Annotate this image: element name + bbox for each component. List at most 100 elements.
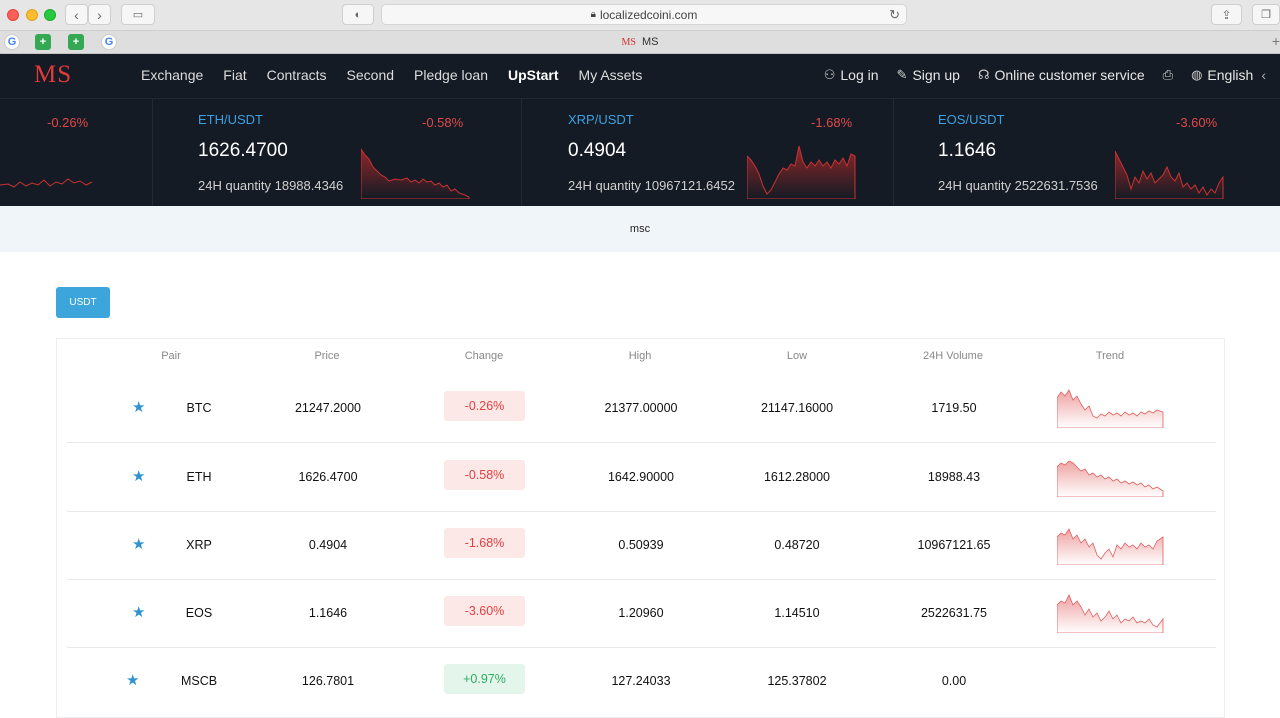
col-header-change: Change [464,350,504,362]
ticker-card[interactable]: ETH/USDT -0.58% 1626.4700 24H quantity 1… [152,99,522,207]
ticker-pair: EOS/USDT [938,112,1005,127]
globe-icon: ◍ [1191,67,1203,82]
volume-cell: 18988.43 [927,470,981,484]
table-row[interactable]: ★ EOS 1.1646 -3.60% 1.20960 1.14510 2522… [67,579,1216,648]
pair-cell: EOS [185,606,213,620]
usdt-market-tab[interactable]: USDT [56,287,110,318]
privacy-report-button[interactable]: ◐ [342,4,374,25]
table-row[interactable]: ★ MSCB 126.7801 +0.97% 127.24033 125.378… [67,647,1216,715]
price-cell: 126.7801 [301,674,355,688]
share-button[interactable]: ⇪ [1211,4,1242,25]
pair-cell: MSCB [180,674,218,688]
browser-titlebar: ‹ › ▭ ◐ 🔒︎ localizedcoini.com ↻ ⇪ ❐ [0,0,1280,30]
close-window-button[interactable] [7,9,19,21]
ticker-sparkline [747,145,856,199]
pair-cell: BTC [186,401,212,415]
pair-cell: ETH [186,470,212,484]
volume-cell: 2522631.75 [920,606,988,620]
share-icon: ⇪ [1221,7,1232,22]
language-label: English [1207,67,1254,83]
support-label: Online customer service [994,67,1145,83]
trend-sparkline [1057,594,1164,633]
ticker-card[interactable]: XRP/USDT -1.68% 0.4904 24H quantity 1096… [521,99,894,207]
high-cell: 127.24033 [611,674,671,688]
tabs-overview-button[interactable]: ❐ [1252,4,1280,25]
sidebar-toggle-button[interactable]: ▭ [121,4,155,25]
ticker-pair: ETH/USDT [198,112,263,127]
table-row[interactable]: ★ ETH 1626.4700 -0.58% 1642.90000 1612.2… [67,443,1216,512]
nav-my-assets[interactable]: My Assets [579,67,643,83]
tab-title: MS [641,36,659,48]
ticker-sparkline [1115,150,1224,199]
change-badge: -3.60% [444,596,525,626]
ticker-change: -0.26% [47,115,89,130]
col-header-pair: Pair [161,350,181,362]
site-logo[interactable]: MS [34,61,72,89]
nav-upstart[interactable]: UpStart [508,67,559,83]
user-icon: ⚇ [823,67,836,82]
chevron-left-icon: ‹ [1261,67,1266,83]
url-text: localizedcoini.com [599,7,698,22]
col-header-low: Low [786,350,808,362]
high-cell: 0.50939 [618,538,664,552]
ticker-card[interactable]: -0.26% [0,99,152,207]
volume-cell: 1719.50 [931,401,977,415]
col-header-trend: Trend [1095,350,1125,362]
ticker-sparkline [0,178,93,188]
login-link[interactable]: ⚇ Log in [824,67,879,83]
nav-exchange[interactable]: Exchange [141,67,203,83]
ticker-change: -1.68% [811,115,853,130]
back-button[interactable]: ‹ [65,4,88,25]
ticker-pair: XRP/USDT [568,112,634,127]
support-link[interactable]: ☊ Online customer service [978,67,1145,83]
change-badge: -0.26% [444,391,525,421]
nav-fiat[interactable]: Fiat [223,67,246,83]
login-label: Log in [840,67,879,83]
volume-cell: 0.00 [941,674,967,688]
nav-second[interactable]: Second [347,67,394,83]
shield-icon: ◐ [354,8,362,21]
address-bar[interactable]: 🔒︎ localizedcoini.com ↻ [381,4,907,25]
print-button[interactable]: ⎙ [1163,67,1173,83]
minimize-window-button[interactable] [26,9,38,21]
nav-contracts[interactable]: Contracts [267,67,327,83]
ticker-price: 0.4904 [568,140,627,161]
ticker-volume: 24H quantity 18988.4346 [198,178,344,193]
edit-icon: ✎ [896,67,908,82]
col-header-high: High [628,350,652,362]
change-badge: -1.68% [444,528,525,558]
forward-button[interactable]: › [88,4,111,25]
lock-icon: 🔒︎ [590,9,596,20]
trend-sparkline [1057,460,1164,497]
ticker-price: 1.1646 [938,140,997,161]
ticker-card[interactable]: EOS/USDT -3.60% 1.1646 24H quantity 2522… [893,99,1263,207]
site-header: MS Exchange Fiat Contracts Second Pledge… [0,54,1280,98]
tab-favicon: MS [621,37,636,48]
price-cell: 1.1646 [308,606,348,620]
trend-sparkline [1057,389,1164,428]
sidebar-icon: ▭ [132,9,144,21]
reload-icon[interactable]: ↻ [889,7,900,23]
nav-pledge-loan[interactable]: Pledge loan [414,67,488,83]
low-cell: 0.48720 [774,538,820,552]
high-cell: 21377.00000 [604,401,678,415]
signup-label: Sign up [912,67,960,83]
zoom-window-button[interactable] [44,9,56,21]
headset-icon: ☊ [977,67,990,82]
volume-cell: 10967121.65 [917,538,991,552]
table-row[interactable]: ★ BTC 21247.2000 -0.26% 21377.00000 2114… [67,374,1216,443]
language-select[interactable]: ◍ English ‹ [1191,67,1266,83]
low-cell: 1.14510 [774,606,820,620]
price-cell: 21247.2000 [294,401,362,415]
new-tab-button[interactable]: + [1272,33,1280,49]
signup-link[interactable]: ✎ Sign up [897,67,960,83]
high-cell: 1.20960 [618,606,664,620]
tab-active[interactable]: MS MS [0,36,1280,48]
ticker-price: 1626.4700 [198,140,288,161]
price-cell: 0.4904 [308,538,348,552]
price-cell: 1626.4700 [298,470,358,484]
table-row[interactable]: ★ XRP 0.4904 -1.68% 0.50939 0.48720 1096… [67,511,1216,580]
printer-icon: ⎙ [1162,67,1174,82]
main-nav: Exchange Fiat Contracts Second Pledge lo… [141,67,662,83]
col-header-volume: 24H Volume [923,350,983,362]
